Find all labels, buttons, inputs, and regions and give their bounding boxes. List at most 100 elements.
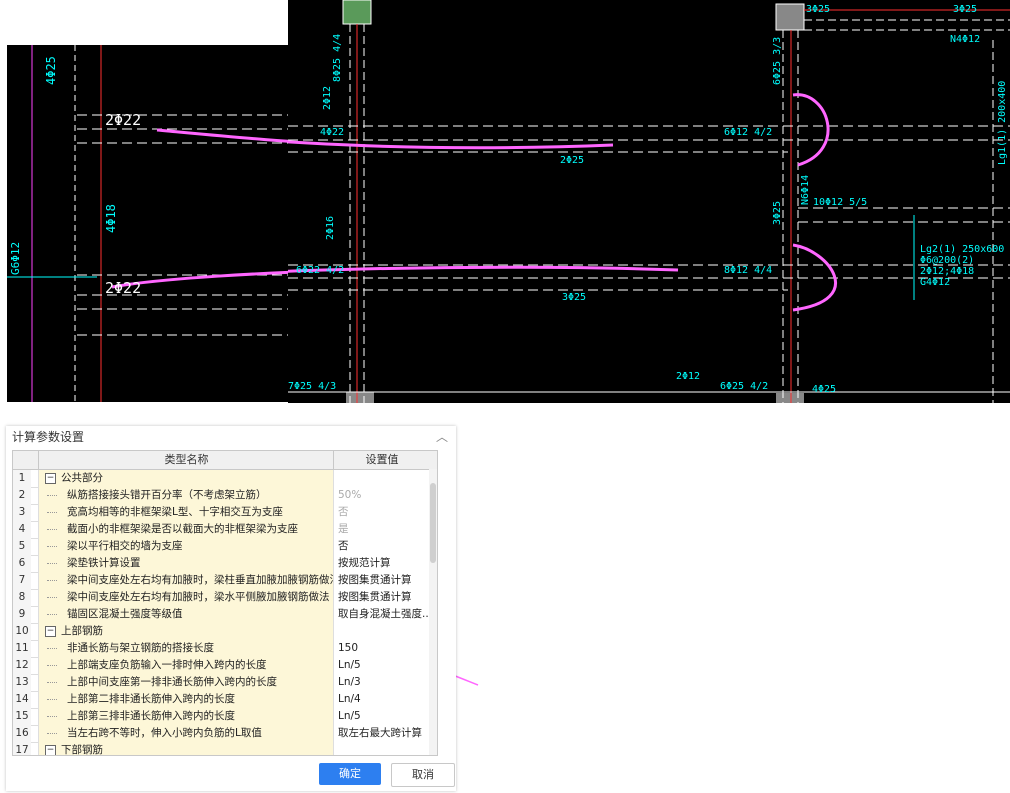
row-value-cell[interactable]: 50% [333, 487, 429, 504]
rebar-label: 7Φ25 4/3 [288, 381, 336, 392]
cancel-button[interactable]: 取消 [391, 763, 455, 787]
tree-line [47, 563, 57, 564]
row-number: 3 [13, 504, 31, 521]
rebar-label: 8Φ12 4/4 [724, 265, 772, 276]
row-name-cell: 锚固区混凝土强度等级值 [38, 606, 334, 623]
row-value-cell[interactable]: Ln/5 [333, 657, 429, 674]
row-name-cell: 非通长筋与架立钢筋的搭接长度 [38, 640, 334, 657]
row-name-text: 梁以平行相交的墙为支座 [67, 540, 183, 552]
row-name-cell: 上部第二排非通长筋伸入跨内的长度 [38, 691, 334, 708]
minus-box-icon[interactable]: − [45, 745, 56, 755]
rebar-label: 4Φ25 [44, 56, 58, 85]
rebar-label: G6Φ12 [9, 242, 22, 275]
row-name-text: 上部端支座负筋输入一排时伸入跨内的长度 [67, 659, 267, 671]
row-value-cell[interactable]: Ln/5 [333, 708, 429, 725]
row-number: 17 [13, 742, 31, 755]
row-value-cell[interactable] [333, 470, 429, 487]
table-row[interactable]: 14 上部第二排非通长筋伸入跨内的长度 Ln/4 [13, 691, 429, 709]
row-value-cell[interactable] [333, 623, 429, 640]
row-number: 4 [13, 521, 31, 538]
row-name-text: 梁中间支座处左右均有加腋时，梁水平侧腋加腋钢筋做法 [67, 591, 330, 603]
table-row[interactable]: 16 当左右跨不等时，伸入小跨内负筋的L取值 取左右最大跨计算 [13, 725, 429, 743]
row-value-cell[interactable]: 是 [333, 521, 429, 538]
row-number: 6 [13, 555, 31, 572]
row-value-cell[interactable]: Ln/4 [333, 691, 429, 708]
highlight-stroke [156, 128, 288, 143]
ok-button[interactable]: 确定 [319, 763, 381, 785]
tree-line [47, 546, 57, 547]
row-value-cell[interactable]: 否 [333, 538, 429, 555]
rebar-label: 3Φ25 [772, 201, 783, 225]
row-name-cell: 截面小的非框架梁是否以截面大的非框架梁为支座 [38, 521, 334, 538]
rebar-label: 2Φ12 [322, 86, 333, 110]
table-row[interactable]: 5 梁以平行相交的墙为支座 否 [13, 538, 429, 556]
rebar-label: 10Φ12 5/5 [813, 197, 867, 208]
table-row[interactable]: 6 梁垫铁计算设置 按规范计算 [13, 555, 429, 573]
tree-line [47, 580, 57, 581]
table-row[interactable]: 12 上部端支座负筋输入一排时伸入跨内的长度 Ln/5 [13, 657, 429, 675]
calc-settings-dialog: 计算参数设置 ︿ 类型名称 设置值 1− 公共部分 2 纵筋搭接接头错开百分率（不考虑… [6, 426, 456, 791]
row-value-cell[interactable]: 按图集贯通计算 [333, 589, 429, 606]
row-name-cell: 纵筋搭接接头错开百分率（不考虑架立筋） [38, 487, 334, 504]
row-name-text: 梁中间支座处左右均有加腋时，梁柱垂直加腋加腋钢筋做法 [67, 574, 334, 586]
table-row[interactable]: 10 − 上部钢筋 [13, 623, 429, 641]
table-row[interactable]: 17 − 下部钢筋 [13, 742, 429, 755]
vertical-scrollbar[interactable] [429, 469, 437, 755]
beam-label: 2Φ12;4Φ18 [920, 266, 974, 277]
close-icon[interactable]: ︿ [436, 428, 448, 445]
row-value-cell[interactable]: 按图集贯通计算 [333, 572, 429, 589]
row-value-cell[interactable]: 取左右最大跨计算 [333, 725, 429, 742]
settings-grid: 类型名称 设置值 1− 公共部分 2 纵筋搭接接头错开百分率（不考虑架立筋） 50% 3 宽… [12, 450, 438, 756]
tree-line [47, 665, 57, 666]
row-name-text: 上部第二排非通长筋伸入跨内的长度 [67, 693, 235, 705]
row-name-text: 上部钢筋 [61, 625, 103, 637]
tree-line [47, 529, 57, 530]
row-name-cell: 上部中间支座第一排非通长筋伸入跨内的长度 [38, 674, 334, 691]
rebar-label: 6Φ12 4/2 [724, 127, 772, 138]
table-row[interactable]: 11 非通长筋与架立钢筋的搭接长度 150 [13, 640, 429, 658]
row-value-cell[interactable]: Ln/3 [333, 674, 429, 691]
col-header-name: 类型名称 [38, 451, 334, 469]
grid-header: 类型名称 设置值 [13, 451, 437, 470]
rebar-label: N4Φ12 [950, 34, 980, 45]
row-name-text: 上部第三排非通长筋伸入跨内的长度 [67, 710, 235, 722]
rebar-label: 6Φ22 4/2 [296, 265, 344, 276]
table-row[interactable]: 15 上部第三排非通长筋伸入跨内的长度 Ln/5 [13, 708, 429, 726]
row-number: 7 [13, 572, 31, 589]
table-row[interactable]: 8 梁中间支座处左右均有加腋时，梁水平侧腋加腋钢筋做法 按图集贯通计算 [13, 589, 429, 607]
tree-line [47, 733, 57, 734]
rebar-label: 2Φ25 [560, 155, 584, 166]
row-value-cell[interactable]: 150 [333, 640, 429, 657]
table-row[interactable]: 9 锚固区混凝土强度等级值 取自身混凝土强度... [13, 606, 429, 624]
row-value-cell[interactable]: 取自身混凝土强度... [333, 606, 429, 623]
table-row[interactable]: 1 − 公共部分 [13, 470, 429, 488]
rebar-label: N6Φ14 [800, 175, 811, 205]
beam-label: Φ6@200(2) [920, 255, 974, 266]
row-name-text: 锚固区混凝土强度等级值 [67, 608, 183, 620]
tree-line [47, 699, 57, 700]
row-value-cell[interactable]: 否 [333, 504, 429, 521]
minus-box-icon[interactable]: − [45, 626, 56, 637]
rebar-label: 3Φ25 [953, 4, 977, 15]
row-name-cell: 上部第三排非通长筋伸入跨内的长度 [38, 708, 334, 725]
beam-label: Lg2(1) 250x600 [920, 244, 1004, 255]
rebar-label: 2Φ22 [105, 111, 141, 129]
table-row[interactable]: 2 纵筋搭接接头错开百分率（不考虑架立筋） 50% [13, 487, 429, 505]
rebar-label: 4Φ25 [812, 384, 836, 395]
cad-view-right[interactable]: 8Φ25 4/4 2Φ12 4Φ22 2Φ25 6Φ12 4/2 6Φ25 3/… [288, 0, 1010, 403]
rebar-label: 2Φ22 [105, 279, 141, 297]
table-row[interactable]: 4 截面小的非框架梁是否以截面大的非框架梁为支座 是 [13, 521, 429, 539]
row-number: 11 [13, 640, 31, 657]
minus-box-icon[interactable]: − [45, 473, 56, 484]
row-number: 16 [13, 725, 31, 742]
row-value-cell[interactable]: 按规范计算 [333, 555, 429, 572]
cad-view-left[interactable]: 4Φ25 2Φ22 4Φ18 G6Φ12 2Φ22 [7, 45, 288, 402]
row-name-text: 纵筋搭接接头错开百分率（不考虑架立筋） [67, 489, 267, 501]
row-value-cell[interactable] [333, 742, 429, 755]
rebar-label: 4Φ18 [104, 204, 118, 233]
table-row[interactable]: 7 梁中间支座处左右均有加腋时，梁柱垂直加腋加腋钢筋做法 按图集贯通计算 [13, 572, 429, 590]
table-row[interactable]: 3 宽高均相等的非框架梁L型、十字相交互为支座 否 [13, 504, 429, 522]
tree-line [47, 648, 57, 649]
dialog-title: 计算参数设置 [12, 430, 85, 444]
table-row[interactable]: 13 上部中间支座第一排非通长筋伸入跨内的长度 Ln/3 [13, 674, 429, 692]
